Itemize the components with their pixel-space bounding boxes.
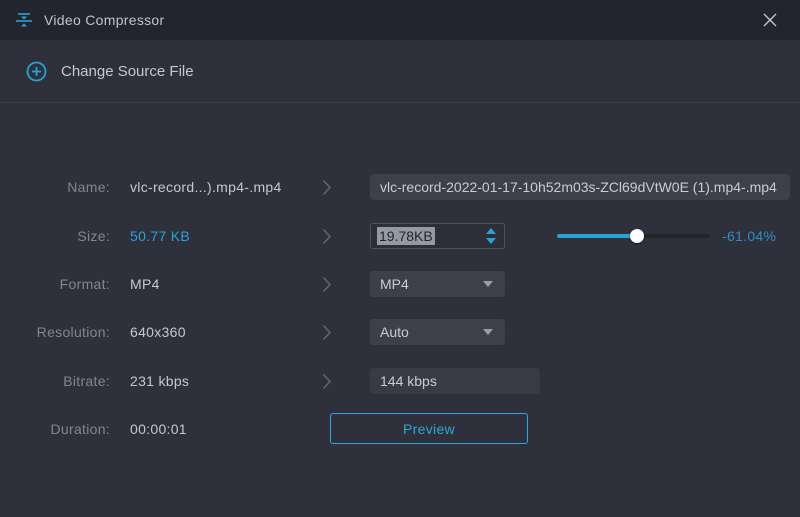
- name-row: Name: vlc-record...).mp4-.mp4: [0, 172, 800, 202]
- size-input[interactable]: 19.78KB: [370, 223, 505, 249]
- resolution-value: 640x360: [130, 317, 186, 347]
- dropdown-arrow-icon: [483, 329, 493, 335]
- bitrate-input[interactable]: [370, 368, 540, 394]
- bitrate-row: Bitrate: 231 kbps: [0, 366, 800, 396]
- compress-icon: [14, 10, 34, 30]
- chevron-right-icon: [322, 324, 332, 346]
- preview-button[interactable]: Preview: [330, 413, 528, 444]
- duration-value: 00:00:01: [130, 414, 187, 444]
- size-reduction-percent: -61.04%: [722, 221, 776, 251]
- format-dropdown-selected: MP4: [380, 276, 409, 292]
- size-slider-fill: [557, 234, 637, 238]
- resolution-dropdown-selected: Auto: [380, 324, 409, 340]
- format-value: MP4: [130, 269, 160, 299]
- size-spinner: [486, 224, 496, 248]
- chevron-right-icon: [322, 373, 332, 395]
- chevron-right-icon: [322, 228, 332, 250]
- chevron-right-icon: [322, 276, 332, 298]
- bitrate-label: Bitrate:: [0, 366, 110, 396]
- change-source-file-button[interactable]: Change Source File: [61, 63, 194, 80]
- duration-row: Duration: 00:00:01 Preview: [0, 414, 800, 444]
- name-value: vlc-record...).mp4-.mp4: [130, 172, 282, 202]
- size-slider-thumb[interactable]: [630, 229, 644, 243]
- add-circle-icon[interactable]: [26, 61, 47, 82]
- format-dropdown[interactable]: MP4: [370, 271, 505, 297]
- dropdown-arrow-icon: [483, 281, 493, 287]
- format-label: Format:: [0, 269, 110, 299]
- resolution-label: Resolution:: [0, 317, 110, 347]
- name-label: Name:: [0, 172, 110, 202]
- spinner-up-icon[interactable]: [486, 228, 496, 234]
- size-slider[interactable]: [557, 221, 710, 251]
- title-bar: Video Compressor: [0, 0, 800, 40]
- window-title: Video Compressor: [44, 12, 164, 28]
- close-button[interactable]: [752, 0, 788, 40]
- spinner-down-icon[interactable]: [486, 238, 496, 244]
- size-row: Size: 50.77 KB 19.78KB -61.04%: [0, 221, 800, 251]
- chevron-right-icon: [322, 179, 332, 201]
- resolution-dropdown[interactable]: Auto: [370, 319, 505, 345]
- size-input-selected-text: 19.78KB: [377, 227, 435, 245]
- resolution-row: Resolution: 640x360 Auto: [0, 317, 800, 347]
- change-source-row: Change Source File: [0, 40, 800, 103]
- size-label: Size:: [0, 221, 110, 251]
- size-value: 50.77 KB: [130, 221, 190, 251]
- bitrate-value: 231 kbps: [130, 366, 189, 396]
- format-row: Format: MP4 MP4: [0, 269, 800, 299]
- name-input[interactable]: [370, 174, 790, 200]
- duration-label: Duration:: [0, 414, 110, 444]
